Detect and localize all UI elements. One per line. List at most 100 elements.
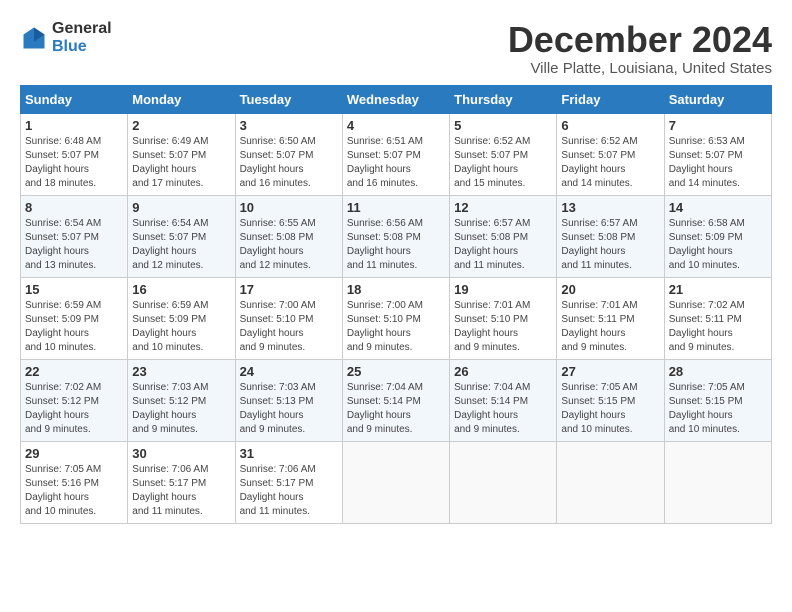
day-number: 28 xyxy=(669,364,767,379)
table-cell: 13 Sunrise: 6:57 AM Sunset: 5:08 PM Dayl… xyxy=(557,195,664,277)
table-cell: 31 Sunrise: 7:06 AM Sunset: 5:17 PM Dayl… xyxy=(235,441,342,523)
table-cell: 24 Sunrise: 7:03 AM Sunset: 5:13 PM Dayl… xyxy=(235,359,342,441)
page-header: General Blue December 2024 Ville Platte,… xyxy=(20,20,772,77)
day-info: Sunrise: 6:57 AM Sunset: 5:08 PM Dayligh… xyxy=(561,217,659,273)
day-number: 3 xyxy=(240,118,338,133)
day-number: 14 xyxy=(669,200,767,215)
day-info: Sunrise: 7:02 AM Sunset: 5:11 PM Dayligh… xyxy=(669,299,767,355)
day-info: Sunrise: 7:01 AM Sunset: 5:11 PM Dayligh… xyxy=(561,299,659,355)
table-cell xyxy=(342,441,449,523)
day-number: 30 xyxy=(132,446,230,461)
table-cell: 1 Sunrise: 6:48 AM Sunset: 5:07 PM Dayli… xyxy=(21,113,128,195)
table-cell: 7 Sunrise: 6:53 AM Sunset: 5:07 PM Dayli… xyxy=(664,113,771,195)
day-number: 21 xyxy=(669,282,767,297)
col-tuesday: Tuesday xyxy=(235,85,342,113)
day-number: 10 xyxy=(240,200,338,215)
table-cell: 10 Sunrise: 6:55 AM Sunset: 5:08 PM Dayl… xyxy=(235,195,342,277)
col-thursday: Thursday xyxy=(450,85,557,113)
col-saturday: Saturday xyxy=(664,85,771,113)
table-cell: 30 Sunrise: 7:06 AM Sunset: 5:17 PM Dayl… xyxy=(128,441,235,523)
table-cell: 12 Sunrise: 6:57 AM Sunset: 5:08 PM Dayl… xyxy=(450,195,557,277)
table-cell: 8 Sunrise: 6:54 AM Sunset: 5:07 PM Dayli… xyxy=(21,195,128,277)
day-info: Sunrise: 6:55 AM Sunset: 5:08 PM Dayligh… xyxy=(240,217,338,273)
table-cell: 21 Sunrise: 7:02 AM Sunset: 5:11 PM Dayl… xyxy=(664,277,771,359)
logo-general-text: General xyxy=(52,20,112,38)
day-number: 12 xyxy=(454,200,552,215)
day-number: 17 xyxy=(240,282,338,297)
day-number: 20 xyxy=(561,282,659,297)
table-cell: 18 Sunrise: 7:00 AM Sunset: 5:10 PM Dayl… xyxy=(342,277,449,359)
day-number: 9 xyxy=(132,200,230,215)
day-number: 1 xyxy=(25,118,123,133)
day-info: Sunrise: 7:04 AM Sunset: 5:14 PM Dayligh… xyxy=(347,381,445,437)
day-number: 23 xyxy=(132,364,230,379)
col-sunday: Sunday xyxy=(21,85,128,113)
day-number: 8 xyxy=(25,200,123,215)
day-info: Sunrise: 6:56 AM Sunset: 5:08 PM Dayligh… xyxy=(347,217,445,273)
day-info: Sunrise: 7:05 AM Sunset: 5:16 PM Dayligh… xyxy=(25,463,123,519)
day-info: Sunrise: 7:03 AM Sunset: 5:12 PM Dayligh… xyxy=(132,381,230,437)
table-cell: 16 Sunrise: 6:59 AM Sunset: 5:09 PM Dayl… xyxy=(128,277,235,359)
title-block: December 2024 Ville Platte, Louisiana, U… xyxy=(508,20,772,77)
table-cell xyxy=(450,441,557,523)
day-info: Sunrise: 7:04 AM Sunset: 5:14 PM Dayligh… xyxy=(454,381,552,437)
calendar-subtitle: Ville Platte, Louisiana, United States xyxy=(508,60,772,77)
table-cell xyxy=(557,441,664,523)
day-number: 24 xyxy=(240,364,338,379)
day-info: Sunrise: 6:50 AM Sunset: 5:07 PM Dayligh… xyxy=(240,135,338,191)
day-number: 7 xyxy=(669,118,767,133)
table-row: 29 Sunrise: 7:05 AM Sunset: 5:16 PM Dayl… xyxy=(21,441,772,523)
calendar-title: December 2024 xyxy=(508,20,772,60)
table-row: 22 Sunrise: 7:02 AM Sunset: 5:12 PM Dayl… xyxy=(21,359,772,441)
day-number: 29 xyxy=(25,446,123,461)
day-info: Sunrise: 6:54 AM Sunset: 5:07 PM Dayligh… xyxy=(25,217,123,273)
table-row: 15 Sunrise: 6:59 AM Sunset: 5:09 PM Dayl… xyxy=(21,277,772,359)
day-number: 11 xyxy=(347,200,445,215)
day-number: 2 xyxy=(132,118,230,133)
table-cell: 26 Sunrise: 7:04 AM Sunset: 5:14 PM Dayl… xyxy=(450,359,557,441)
day-info: Sunrise: 6:59 AM Sunset: 5:09 PM Dayligh… xyxy=(132,299,230,355)
table-cell: 9 Sunrise: 6:54 AM Sunset: 5:07 PM Dayli… xyxy=(128,195,235,277)
day-number: 15 xyxy=(25,282,123,297)
day-number: 19 xyxy=(454,282,552,297)
table-cell: 29 Sunrise: 7:05 AM Sunset: 5:16 PM Dayl… xyxy=(21,441,128,523)
day-info: Sunrise: 6:58 AM Sunset: 5:09 PM Dayligh… xyxy=(669,217,767,273)
table-cell: 25 Sunrise: 7:04 AM Sunset: 5:14 PM Dayl… xyxy=(342,359,449,441)
table-cell: 2 Sunrise: 6:49 AM Sunset: 5:07 PM Dayli… xyxy=(128,113,235,195)
day-info: Sunrise: 7:06 AM Sunset: 5:17 PM Dayligh… xyxy=(132,463,230,519)
day-info: Sunrise: 6:48 AM Sunset: 5:07 PM Dayligh… xyxy=(25,135,123,191)
table-cell xyxy=(664,441,771,523)
calendar-table: Sunday Monday Tuesday Wednesday Thursday… xyxy=(20,85,772,524)
day-number: 18 xyxy=(347,282,445,297)
day-number: 6 xyxy=(561,118,659,133)
col-wednesday: Wednesday xyxy=(342,85,449,113)
day-info: Sunrise: 6:49 AM Sunset: 5:07 PM Dayligh… xyxy=(132,135,230,191)
day-info: Sunrise: 6:59 AM Sunset: 5:09 PM Dayligh… xyxy=(25,299,123,355)
day-number: 27 xyxy=(561,364,659,379)
day-number: 25 xyxy=(347,364,445,379)
col-monday: Monday xyxy=(128,85,235,113)
day-number: 13 xyxy=(561,200,659,215)
table-cell: 15 Sunrise: 6:59 AM Sunset: 5:09 PM Dayl… xyxy=(21,277,128,359)
day-info: Sunrise: 6:57 AM Sunset: 5:08 PM Dayligh… xyxy=(454,217,552,273)
day-info: Sunrise: 7:01 AM Sunset: 5:10 PM Dayligh… xyxy=(454,299,552,355)
col-friday: Friday xyxy=(557,85,664,113)
table-cell: 17 Sunrise: 7:00 AM Sunset: 5:10 PM Dayl… xyxy=(235,277,342,359)
table-cell: 5 Sunrise: 6:52 AM Sunset: 5:07 PM Dayli… xyxy=(450,113,557,195)
header-row: Sunday Monday Tuesday Wednesday Thursday… xyxy=(21,85,772,113)
table-cell: 4 Sunrise: 6:51 AM Sunset: 5:07 PM Dayli… xyxy=(342,113,449,195)
table-cell: 22 Sunrise: 7:02 AM Sunset: 5:12 PM Dayl… xyxy=(21,359,128,441)
day-info: Sunrise: 6:52 AM Sunset: 5:07 PM Dayligh… xyxy=(561,135,659,191)
logo: General Blue xyxy=(20,20,112,55)
day-number: 31 xyxy=(240,446,338,461)
day-info: Sunrise: 7:05 AM Sunset: 5:15 PM Dayligh… xyxy=(561,381,659,437)
table-cell: 11 Sunrise: 6:56 AM Sunset: 5:08 PM Dayl… xyxy=(342,195,449,277)
table-cell: 6 Sunrise: 6:52 AM Sunset: 5:07 PM Dayli… xyxy=(557,113,664,195)
day-number: 16 xyxy=(132,282,230,297)
day-info: Sunrise: 7:02 AM Sunset: 5:12 PM Dayligh… xyxy=(25,381,123,437)
day-number: 4 xyxy=(347,118,445,133)
day-number: 22 xyxy=(25,364,123,379)
day-info: Sunrise: 7:03 AM Sunset: 5:13 PM Dayligh… xyxy=(240,381,338,437)
logo-icon xyxy=(20,24,48,52)
table-row: 1 Sunrise: 6:48 AM Sunset: 5:07 PM Dayli… xyxy=(21,113,772,195)
